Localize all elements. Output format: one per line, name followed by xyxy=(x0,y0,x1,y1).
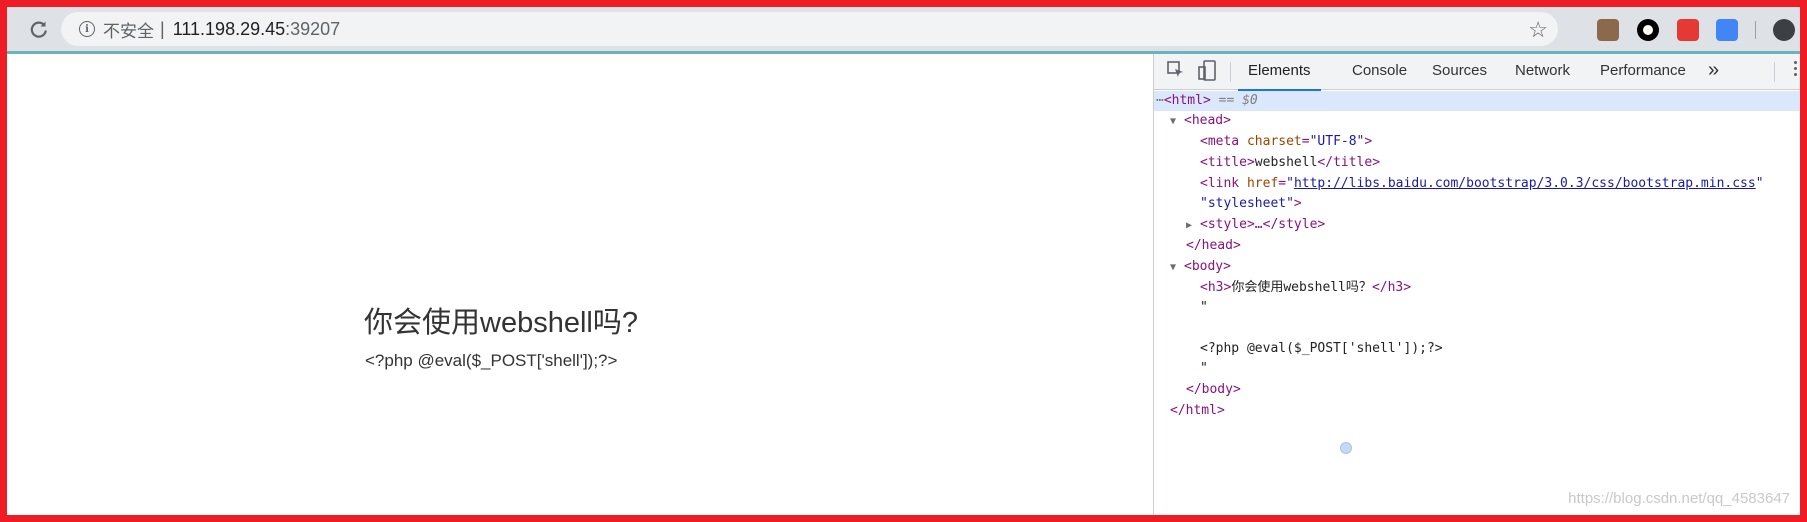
watermark-text: https://blog.csdn.net/qq_4583647 xyxy=(1568,490,1790,507)
tree-row-h3[interactable]: <h3>你会使用webshell吗？</h3> xyxy=(1154,278,1800,298)
body-open-tag: <body> xyxy=(1184,259,1231,274)
inspect-element-icon[interactable] xyxy=(1166,60,1186,80)
toolbar-divider xyxy=(1755,21,1756,39)
head-open-tag: <head> xyxy=(1184,113,1231,128)
ellipsis-icon: ⋯ xyxy=(1156,93,1164,108)
devtools-menu-icon[interactable] xyxy=(1794,58,1798,79)
tree-row-text-close[interactable]: " xyxy=(1154,359,1800,379)
meta-value: "UTF-8" xyxy=(1309,134,1365,149)
tree-row-php-text[interactable]: <?php @eval($_POST['shell']);?> xyxy=(1154,339,1800,359)
reload-icon-glyph xyxy=(30,21,47,38)
menu-dot xyxy=(1794,61,1797,64)
tab-performance[interactable]: Performance xyxy=(1600,54,1686,89)
elements-tree: ⋯<html> == $0 ▼ <head> <meta charset="UTF… xyxy=(1154,89,1800,515)
page-viewport: 你会使用webshell吗? <?php @eval($_POST['shell… xyxy=(7,54,1153,515)
url-separator: | xyxy=(160,18,165,39)
cursor-dot xyxy=(1340,442,1352,454)
address-bar[interactable]: i 不安全 | 111.198.29.45 :39207 ☆ xyxy=(61,12,1558,46)
tab-sources[interactable]: Sources xyxy=(1432,54,1487,89)
h3-close-tag: </h3> xyxy=(1371,280,1412,295)
devtools-tabbar: Elements Console Sources Network Perform… xyxy=(1154,54,1800,91)
html-close-tag: </html> xyxy=(1170,403,1225,418)
tree-row-body-close[interactable]: </body> xyxy=(1154,380,1800,400)
tree-row-link-rel[interactable]: "stylesheet"> xyxy=(1154,194,1800,214)
tree-row-meta[interactable]: <meta charset="UTF-8"> xyxy=(1154,132,1800,152)
tab-console[interactable]: Console xyxy=(1352,54,1407,89)
menu-dot xyxy=(1794,67,1797,70)
title-open-tag: <title> xyxy=(1200,155,1255,170)
meta-attr: charset xyxy=(1246,134,1302,149)
text-quote-close: " xyxy=(1200,361,1208,376)
html-open-tag: <html> xyxy=(1163,93,1211,108)
tree-row-link[interactable]: <link href="http://libs.baidu.com/bootst… xyxy=(1154,174,1800,194)
more-tabs-icon[interactable]: » xyxy=(1708,54,1719,89)
tree-row-style[interactable]: ▶ <style>…</style> xyxy=(1154,215,1800,235)
link-tag: link xyxy=(1207,176,1240,191)
screenshot-frame: i 不安全 | 111.198.29.45 :39207 ☆ 你会使用websh… xyxy=(0,0,1807,522)
device-toolbar-icon[interactable] xyxy=(1198,60,1218,82)
php-text-node: <?php @eval($_POST['shell']);?> xyxy=(1200,341,1443,356)
tree-row-head[interactable]: ▼ <head> xyxy=(1154,111,1800,131)
collapsed-triangle-icon[interactable]: ▶ xyxy=(1186,216,1200,236)
title-close-tag: </title> xyxy=(1317,155,1381,170)
title-text: webshell xyxy=(1254,155,1318,170)
info-icon[interactable]: i xyxy=(79,21,95,37)
tab-network[interactable]: Network xyxy=(1515,54,1570,89)
tree-row-body[interactable]: ▼ <body> xyxy=(1154,257,1800,277)
profile-avatar-icon[interactable] xyxy=(1773,19,1795,41)
tabbar-divider xyxy=(1230,62,1231,82)
extension-avatar-icon[interactable] xyxy=(1597,19,1619,41)
text-quote-open: " xyxy=(1200,300,1208,315)
tree-row-title[interactable]: <title>webshell</title> xyxy=(1154,153,1800,173)
tree-row-text-open[interactable]: " xyxy=(1154,298,1800,318)
extension-circle-inner xyxy=(1643,25,1653,35)
menu-dot xyxy=(1794,73,1797,76)
bookmark-star-icon[interactable]: ☆ xyxy=(1528,17,1548,43)
browser-toolbar: i 不安全 | 111.198.29.45 :39207 ☆ xyxy=(7,7,1800,54)
page-heading: 你会使用webshell吗? xyxy=(364,307,638,339)
url-host[interactable]: 111.198.29.45 xyxy=(173,19,285,40)
expanded-triangle-icon[interactable]: ▼ xyxy=(1170,258,1184,278)
reload-icon[interactable] xyxy=(24,15,54,43)
security-status[interactable]: 不安全 xyxy=(103,17,154,42)
tab-elements[interactable]: Elements xyxy=(1238,54,1321,91)
expanded-triangle-icon[interactable]: ▼ xyxy=(1170,112,1184,132)
extension-circle-icon[interactable] xyxy=(1637,19,1659,41)
extension-red-icon[interactable] xyxy=(1677,19,1699,41)
devtools-panel: Elements Console Sources Network Perform… xyxy=(1153,54,1800,515)
link-href[interactable]: http://libs.baidu.com/bootstrap/3.0.3/cs… xyxy=(1294,176,1756,191)
link-rel-value: "stylesheet" xyxy=(1200,196,1294,211)
link-attr: href xyxy=(1246,176,1279,191)
url-port[interactable]: :39207 xyxy=(285,19,340,40)
tabbar-divider-right xyxy=(1774,62,1775,82)
tree-row-html-close[interactable]: </html> xyxy=(1154,401,1800,421)
page-code-text: <?php @eval($_POST['shell']);?> xyxy=(365,351,618,370)
translate-icon[interactable] xyxy=(1716,19,1738,41)
style-collapsed: <style>…</style> xyxy=(1200,217,1326,232)
meta-tag: meta xyxy=(1207,134,1240,149)
h3-text: 你会使用webshell吗？ xyxy=(1231,280,1372,295)
h3-open-tag: <h3> xyxy=(1200,280,1232,295)
head-close-tag: </head> xyxy=(1186,238,1241,253)
tree-row-head-close[interactable]: </head> xyxy=(1154,236,1800,256)
selected-node-marker: == $0 xyxy=(1218,93,1258,108)
tree-row-html[interactable]: ⋯<html> == $0 xyxy=(1154,91,1800,111)
body-close-tag: </body> xyxy=(1186,382,1241,397)
